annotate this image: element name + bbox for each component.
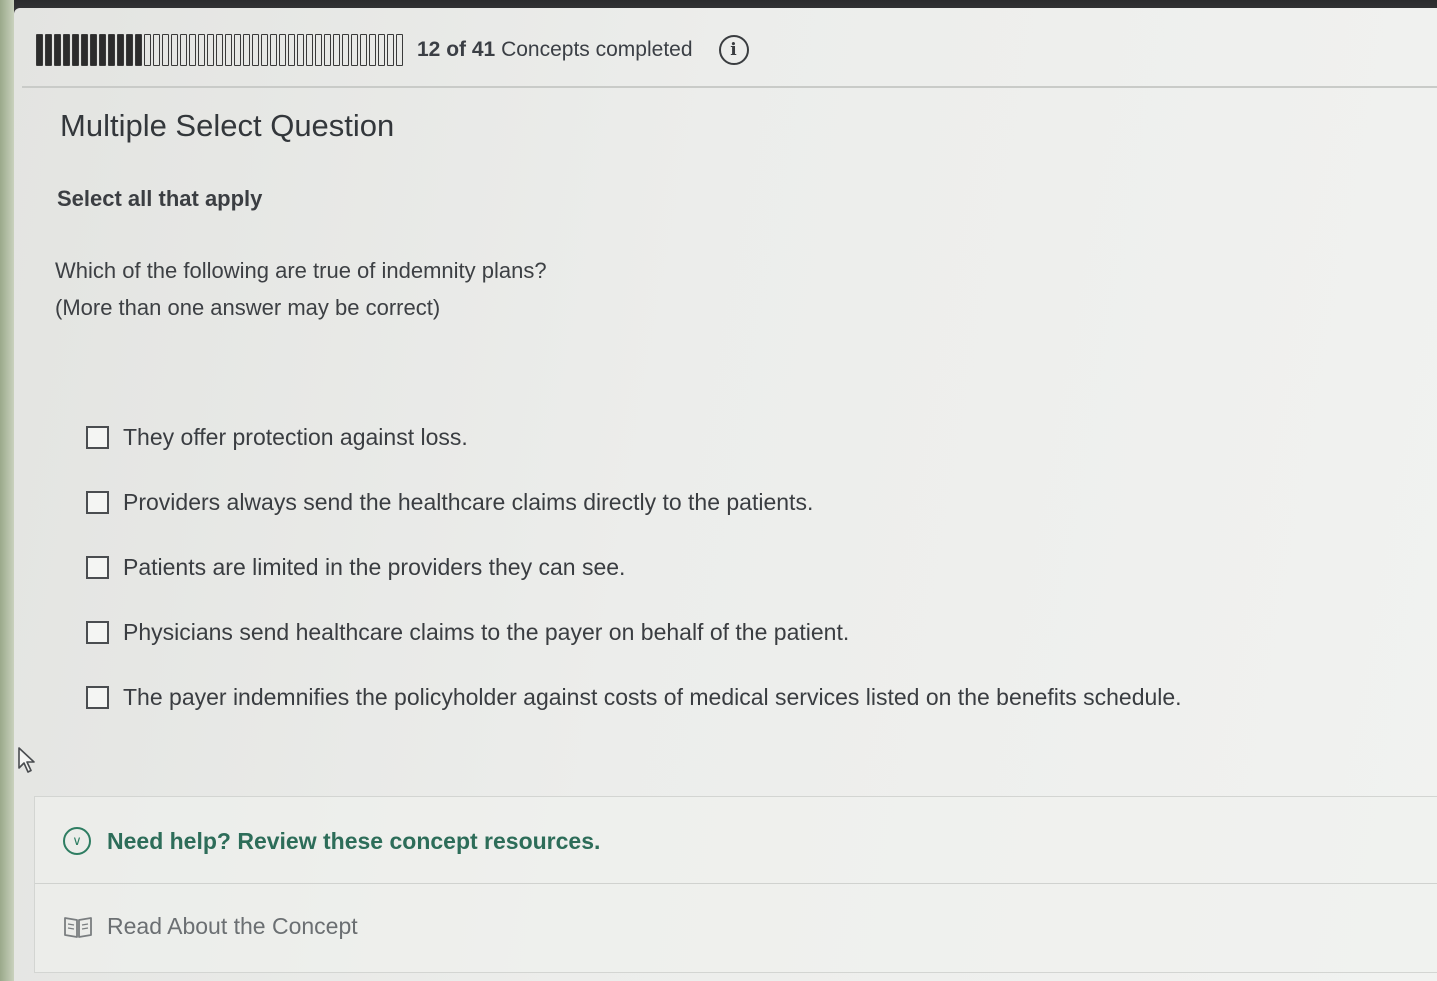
progress-segment-remaining bbox=[387, 34, 394, 66]
progress-segment-remaining bbox=[342, 34, 349, 66]
progress-segment-completed bbox=[99, 34, 106, 66]
answer-option-1[interactable]: They offer protection against loss. bbox=[86, 417, 1182, 457]
progress-segment-completed bbox=[36, 34, 43, 66]
progress-segment-completed bbox=[135, 34, 142, 66]
answer-checkbox[interactable] bbox=[86, 490, 109, 514]
answer-options: They offer protection against loss. Prov… bbox=[86, 417, 1182, 742]
progress-segment-remaining bbox=[189, 34, 196, 66]
progress-segment-remaining bbox=[144, 34, 151, 66]
progress-segment-remaining bbox=[378, 34, 385, 66]
progress-segment-completed bbox=[45, 34, 52, 66]
progress-segment-remaining bbox=[333, 34, 340, 66]
concept-resources-panel: ∨ Need help? Review these concept resour… bbox=[34, 796, 1437, 973]
question-instruction: Select all that apply bbox=[57, 186, 263, 211]
progress-current: 12 bbox=[417, 38, 441, 61]
progress-segment-completed bbox=[108, 34, 115, 66]
concept-progress-bar bbox=[36, 34, 403, 66]
progress-segment-remaining bbox=[162, 34, 169, 66]
monitor-left-bezel bbox=[0, 0, 14, 981]
answer-checkbox[interactable] bbox=[86, 620, 109, 644]
progress-segment-completed bbox=[54, 34, 61, 66]
progress-segment-remaining bbox=[297, 34, 304, 66]
progress-of: of bbox=[446, 38, 467, 61]
info-icon[interactable]: i bbox=[718, 35, 749, 65]
progress-segment-remaining bbox=[396, 34, 403, 66]
progress-segment-completed bbox=[90, 34, 97, 66]
answer-option-3[interactable]: Patients are limited in the providers th… bbox=[86, 547, 1182, 587]
answer-label: Physicians send healthcare claims to the… bbox=[123, 618, 850, 645]
progress-segment-remaining bbox=[216, 34, 223, 66]
progress-segment-remaining bbox=[180, 34, 187, 66]
question-prompt-block: Which of the following are true of indem… bbox=[55, 252, 547, 326]
progress-segment-remaining bbox=[252, 34, 259, 66]
concept-resources-title: Need help? Review these concept resource… bbox=[107, 827, 601, 854]
progress-segment-remaining bbox=[225, 34, 232, 66]
progress-label: Concepts completed bbox=[501, 38, 693, 61]
progress-segment-remaining bbox=[315, 34, 322, 66]
answer-option-4[interactable]: Physicians send healthcare claims to the… bbox=[86, 612, 1182, 652]
answer-checkbox[interactable] bbox=[86, 685, 109, 709]
question-note: (More than one answer may be correct) bbox=[55, 295, 441, 320]
read-about-concept-link[interactable]: Read About the Concept bbox=[63, 913, 358, 940]
progress-segment-remaining bbox=[306, 34, 313, 66]
header-divider bbox=[22, 86, 1437, 88]
progress-segment-remaining bbox=[270, 34, 277, 66]
progress-segment-remaining bbox=[207, 34, 214, 66]
question-type-title: Multiple Select Question bbox=[60, 108, 395, 143]
progress-segment-remaining bbox=[360, 34, 367, 66]
answer-label: They offer protection against loss. bbox=[123, 423, 468, 450]
chevron-down-icon: ∨ bbox=[63, 827, 91, 855]
book-icon bbox=[64, 916, 92, 938]
progress-segment-completed bbox=[126, 34, 133, 66]
progress-header: 12 of 41 Concepts completed i bbox=[36, 30, 749, 70]
progress-segment-completed bbox=[72, 34, 79, 66]
question-prompt: Which of the following are true of indem… bbox=[55, 258, 547, 283]
progress-segment-remaining bbox=[234, 34, 241, 66]
answer-label: Providers always send the healthcare cla… bbox=[123, 488, 814, 515]
progress-segment-remaining bbox=[261, 34, 268, 66]
concept-resources-toggle[interactable]: ∨ Need help? Review these concept resour… bbox=[63, 827, 600, 855]
progress-segment-remaining bbox=[171, 34, 178, 66]
answer-label: Patients are limited in the providers th… bbox=[123, 553, 626, 580]
progress-segment-remaining bbox=[153, 34, 160, 66]
mouse-pointer-icon bbox=[18, 747, 35, 773]
answer-checkbox[interactable] bbox=[86, 425, 109, 449]
progress-segment-remaining bbox=[369, 34, 376, 66]
progress-segment-remaining bbox=[279, 34, 286, 66]
progress-segment-remaining bbox=[198, 34, 205, 66]
read-about-concept-label: Read About the Concept bbox=[107, 913, 358, 939]
progress-segment-completed bbox=[117, 34, 124, 66]
progress-segment-remaining bbox=[324, 34, 331, 66]
progress-segment-completed bbox=[63, 34, 70, 66]
help-divider bbox=[35, 883, 1437, 884]
progress-segment-remaining bbox=[351, 34, 358, 66]
answer-option-5[interactable]: The payer indemnifies the policyholder a… bbox=[86, 677, 1182, 717]
progress-text: 12 of 41 Concepts completed bbox=[417, 38, 693, 62]
answer-label: The payer indemnifies the policyholder a… bbox=[123, 683, 1182, 710]
answer-checkbox[interactable] bbox=[86, 555, 109, 579]
progress-segment-remaining bbox=[243, 34, 250, 66]
progress-segment-remaining bbox=[288, 34, 295, 66]
answer-option-2[interactable]: Providers always send the healthcare cla… bbox=[86, 482, 1182, 522]
progress-segment-completed bbox=[81, 34, 88, 66]
progress-total: 41 bbox=[471, 38, 496, 61]
